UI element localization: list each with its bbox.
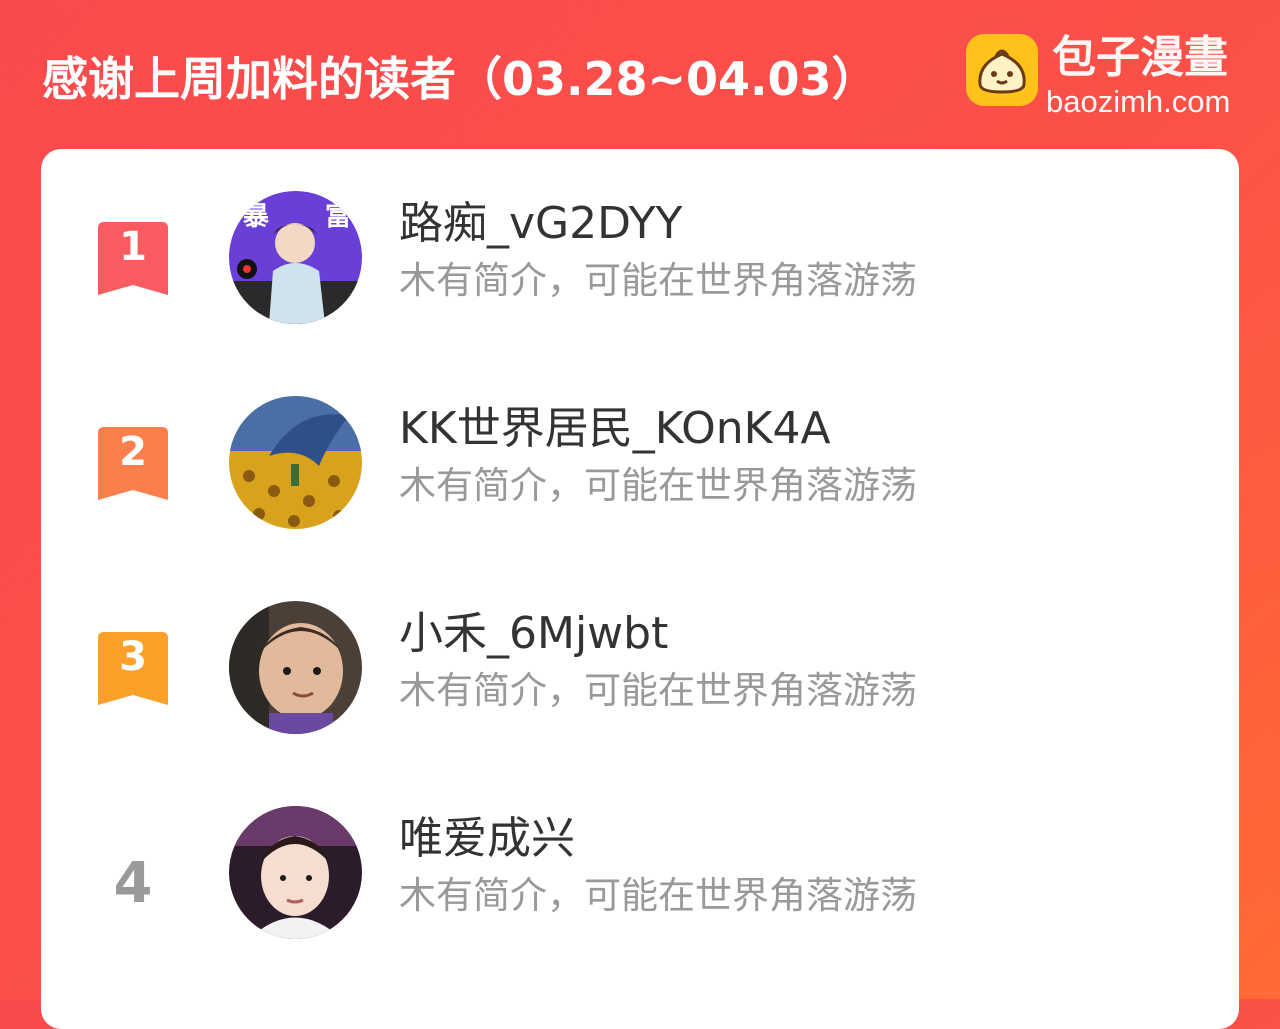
user-name[interactable]: 唯爱成兴 [399, 808, 575, 870]
svg-text:富: 富 [325, 201, 351, 232]
avatar[interactable]: 暴 富 [229, 191, 362, 324]
page-title: 感谢上周加料的读者（03.28~04.03） [42, 52, 878, 106]
rank-badge: 3 [98, 632, 168, 705]
rank-number: 2 [119, 429, 147, 475]
rank-number: 4 [113, 851, 153, 916]
list-item[interactable]: 4 唯爱成兴 木有简介，可能在世界角落游荡 [41, 764, 1239, 939]
avatar[interactable] [229, 806, 362, 939]
logo-url: baozimh.com [1046, 84, 1231, 119]
rank-badge: 1 [98, 222, 168, 295]
list-item[interactable]: 2 KK世界居民_KOnK4A 木有简介，可能在世界角落游荡 [41, 354, 1239, 529]
user-bio: 木有简介，可能在世界角落游荡 [399, 669, 917, 712]
user-bio: 木有简介，可能在世界角落游荡 [399, 259, 917, 302]
rank-number: 3 [119, 634, 147, 680]
rank-badge: 2 [98, 427, 168, 500]
bun-icon [966, 34, 1038, 106]
list-item[interactable]: 1 暴 富 路痴_vG2DYY 木有简介，可能在世界角落游荡 [41, 149, 1239, 324]
user-name[interactable]: KK世界居民_KOnK4A [399, 398, 831, 460]
svg-text:暴: 暴 [243, 202, 269, 232]
site-logo[interactable]: 包子漫畫 baozimh.com [966, 32, 1266, 119]
rank-number: 1 [119, 224, 147, 270]
reader-list-card: 1 暴 富 路痴_vG2DYY 木有简介，可能在世界角落游荡 2 KK世界居民_… [41, 149, 1239, 1029]
list-item[interactable]: 3 小禾_6Mjwbt 木有简介，可能在世界角落游荡 [41, 559, 1239, 734]
user-name[interactable]: 路痴_vG2DYY [399, 193, 682, 255]
user-name[interactable]: 小禾_6Mjwbt [399, 603, 668, 665]
user-bio: 木有简介，可能在世界角落游荡 [399, 874, 917, 917]
avatar[interactable] [229, 601, 362, 734]
logo-name: 包子漫畫 [1052, 32, 1228, 83]
avatar[interactable] [229, 396, 362, 529]
user-bio: 木有简介，可能在世界角落游荡 [399, 464, 917, 507]
